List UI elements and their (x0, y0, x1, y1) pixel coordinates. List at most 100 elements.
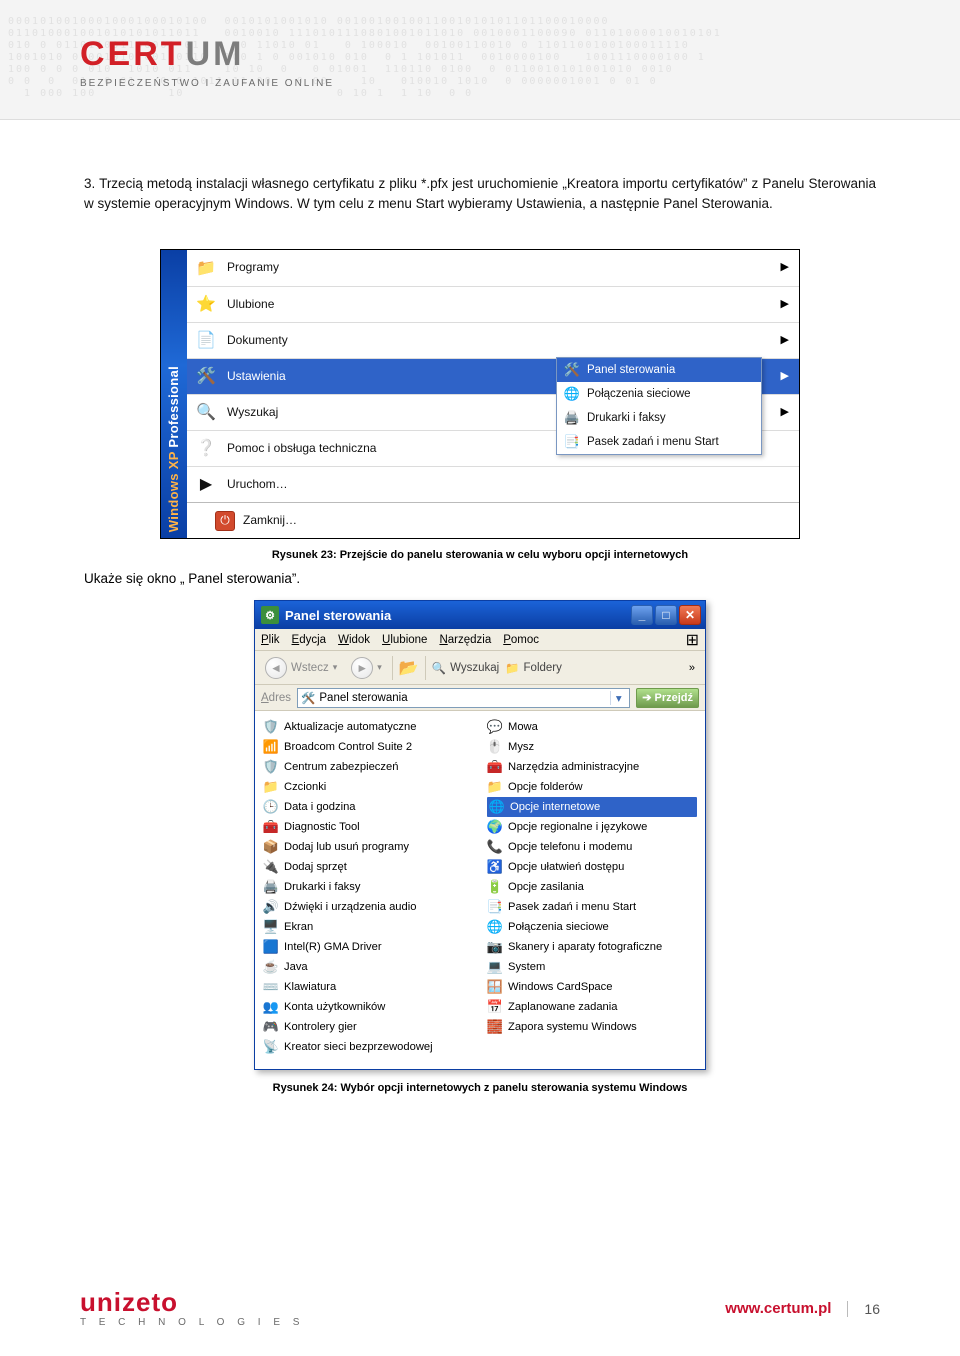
cp-item-icon: 💬 (487, 719, 503, 735)
intro-paragraph: 3. Trzecią metodą instalacji własnego ce… (84, 174, 876, 213)
cp-item-icon: 📦 (263, 839, 279, 855)
back-icon: ◄ (265, 657, 287, 679)
cp-item-label: Opcje regionalne i językowe (508, 821, 647, 833)
submenu-item[interactable]: 🛠️ Panel sterowania (557, 358, 761, 382)
cp-item-label: Data i godzina (284, 801, 356, 813)
forward-button[interactable]: ► ▾ (347, 655, 386, 681)
control-panel-item[interactable]: 🧱 Zapora systemu Windows (487, 1017, 697, 1037)
control-panel-item[interactable]: 🛡️ Centrum zabezpieczeń (263, 757, 473, 777)
control-panel-item[interactable]: 🕒 Data i godzina (263, 797, 473, 817)
search-icon: 🔍 (432, 661, 446, 675)
search-button[interactable]: 🔍 Wyszukaj (432, 661, 499, 675)
control-panel-item[interactable]: 📞 Opcje telefonu i modemu (487, 837, 697, 857)
submenu-item[interactable]: 📑 Pasek zadań i menu Start (557, 430, 761, 454)
submenu-item[interactable]: 🌐 Połączenia sieciowe (557, 382, 761, 406)
cp-item-icon: 🔌 (263, 859, 279, 875)
cp-item-label: Centrum zabezpieczeń (284, 761, 398, 773)
control-panel-item[interactable]: 📷 Skanery i aparaty fotograficzne (487, 937, 697, 957)
menu-item-icon: 📁 (195, 257, 217, 279)
control-panel-item[interactable]: 🛡️ Aktualizacje automatyczne (263, 717, 473, 737)
startmenu-shutdown[interactable]: ⏻ Zamknij… (187, 502, 799, 538)
submenu-item[interactable]: 🖨️ Drukarki i faksy (557, 406, 761, 430)
cp-item-icon: 🛡️ (263, 759, 279, 775)
control-panel-item[interactable]: 🟦 Intel(R) GMA Driver (263, 937, 473, 957)
startmenu-item[interactable]: 📁 Programy ▶ (187, 250, 799, 286)
control-panel-item[interactable]: 📑 Pasek zadań i menu Start (487, 897, 697, 917)
address-dropdown-icon[interactable]: ▾ (610, 691, 626, 705)
control-panel-item[interactable]: 🔌 Dodaj sprzęt (263, 857, 473, 877)
back-button[interactable]: ◄ Wstecz ▾ (261, 655, 341, 681)
control-panel-item[interactable]: 🌍 Opcje regionalne i językowe (487, 817, 697, 837)
control-panel-item[interactable]: 👥 Konta użytkowników (263, 997, 473, 1017)
startmenu-item[interactable]: ⭐ Ulubione ▶ (187, 286, 799, 322)
menubar-item[interactable]: Pomoc (503, 634, 539, 646)
fwd-dropdown-icon: ▾ (377, 662, 382, 673)
cp-item-icon: 🌐 (489, 799, 505, 815)
control-panel-item[interactable]: ☕ Java (263, 957, 473, 977)
shutdown-label: Zamknij… (243, 512, 791, 529)
cp-item-icon: 📡 (263, 1039, 279, 1055)
certum-tagline: BEZPIECZEŃSTWO I ZAUFANIE ONLINE (80, 78, 334, 89)
control-panel-item[interactable]: 🧰 Diagnostic Tool (263, 817, 473, 837)
address-input[interactable]: 🛠️ Panel sterowania ▾ (297, 688, 630, 708)
go-button[interactable]: ➔ Przejdź (636, 688, 699, 708)
cp-item-label: Opcje folderów (508, 781, 583, 793)
control-panel-item[interactable]: 🌐 Opcje internetowe (487, 797, 697, 817)
cp-item-label: Java (284, 961, 308, 973)
control-panel-item[interactable]: ⌨️ Klawiatura (263, 977, 473, 997)
cp-item-icon: 🧰 (263, 819, 279, 835)
toolbar-sep-2 (425, 656, 426, 680)
folders-icon: 📁 (505, 661, 519, 675)
control-panel-item[interactable]: 🖨️ Drukarki i faksy (263, 877, 473, 897)
startmenu-item[interactable]: ▶ Uruchom… (187, 466, 799, 502)
cp-item-icon: ⌨️ (263, 979, 279, 995)
control-panel-item[interactable]: 🎮 Kontrolery gier (263, 1017, 473, 1037)
control-panel-item[interactable]: 🖥️ Ekran (263, 917, 473, 937)
control-panel-item[interactable]: 📡 Kreator sieci bezprzewodowej (263, 1037, 473, 1057)
cp-item-label: Windows CardSpace (508, 981, 612, 993)
control-panel-item[interactable]: 🧰 Narzędzia administracyjne (487, 757, 697, 777)
submenu-arrow-icon: ▶ (781, 405, 789, 421)
control-panel-item[interactable]: 🖱️ Mysz (487, 737, 697, 757)
menubar-item[interactable]: Edycja (292, 634, 327, 646)
windows-flag-icon: ⊞ (686, 630, 699, 650)
control-panel-item[interactable]: 💬 Mowa (487, 717, 697, 737)
menubar-item[interactable]: Narzędzia (439, 634, 491, 646)
submenu-arrow-icon: ▶ (781, 369, 789, 385)
menu-item-label: Ulubione (227, 296, 781, 313)
control-panel-item[interactable]: 🪟 Windows CardSpace (487, 977, 697, 997)
control-panel-item[interactable]: 📶 Broadcom Control Suite 2 (263, 737, 473, 757)
control-panel-item[interactable]: 📦 Dodaj lub usuń programy (263, 837, 473, 857)
maximize-button[interactable]: □ (655, 605, 677, 625)
close-button[interactable]: ✕ (679, 605, 701, 625)
menubar-item[interactable]: Plik (261, 634, 280, 646)
caption-24: Rysunek 24: Wybór opcji internetowych z … (0, 1082, 960, 1094)
control-panel-item[interactable]: 📅 Zaplanowane zadania (487, 997, 697, 1017)
cp-column-1: 🛡️ Aktualizacje automatyczne📶 Broadcom C… (263, 717, 473, 1057)
control-panel-item[interactable]: 🔊 Dźwięki i urządzenia audio (263, 897, 473, 917)
cp-item-label: Mysz (508, 741, 534, 753)
control-panel-item[interactable]: 🔋 Opcje zasilania (487, 877, 697, 897)
submenu-item-label: Panel sterowania (587, 362, 675, 379)
control-panel-item[interactable]: 📁 Opcje folderów (487, 777, 697, 797)
folders-button[interactable]: 📁 Foldery (505, 661, 562, 675)
menubar-item[interactable]: Widok (338, 634, 370, 646)
control-panel-item[interactable]: 💻 System (487, 957, 697, 977)
cp-item-label: Kreator sieci bezprzewodowej (284, 1041, 433, 1053)
menubar-item[interactable]: Ulubione (382, 634, 427, 646)
minimize-button[interactable]: _ (631, 605, 653, 625)
figure-startmenu: Windows XP Professional 📁 Programy ▶⭐ Ul… (160, 249, 800, 539)
cp-item-icon: 🔋 (487, 879, 503, 895)
up-button[interactable]: 📂 (399, 658, 419, 678)
cp-item-icon: 🪟 (487, 979, 503, 995)
control-panel-item[interactable]: ♿ Opcje ułatwień dostępu (487, 857, 697, 877)
go-icon: ➔ (642, 691, 651, 704)
back-dropdown-icon: ▾ (333, 662, 338, 673)
submenu-arrow-icon: ▶ (781, 297, 789, 313)
cp-item-label: Mowa (508, 721, 538, 733)
control-panel-item[interactable]: 🌐 Połączenia sieciowe (487, 917, 697, 937)
control-panel-item[interactable]: 📁 Czcionki (263, 777, 473, 797)
cp-item-icon: 📁 (263, 779, 279, 795)
toolbar-overflow-icon[interactable]: » (689, 662, 699, 674)
startmenu-item[interactable]: 📄 Dokumenty ▶ (187, 322, 799, 358)
